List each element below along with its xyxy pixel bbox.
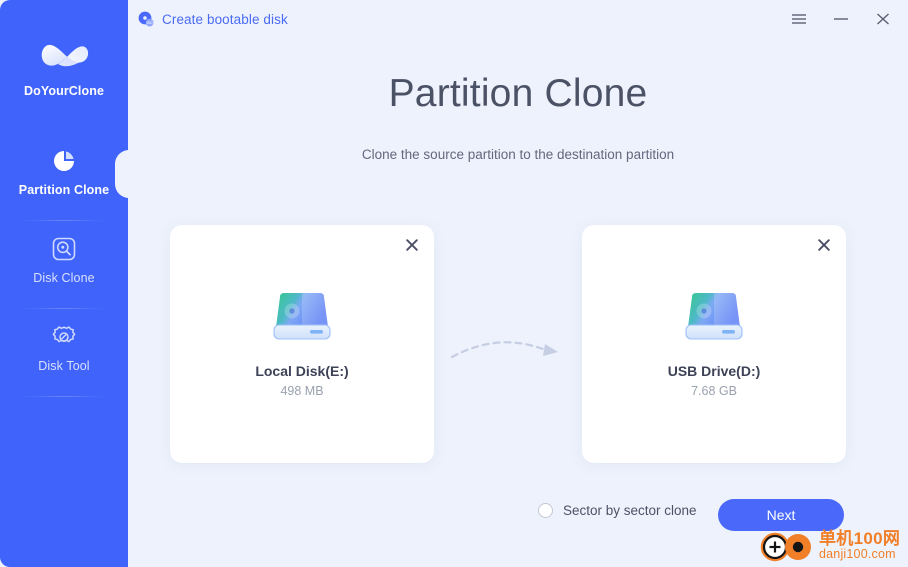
infinity-ribbon-logo	[41, 44, 89, 67]
iso-disc-icon: ISO	[138, 11, 154, 27]
dashed-curved-arrow-icon	[450, 341, 558, 359]
source-partition-card[interactable]: Local Disk(E:) 498 MB	[170, 225, 434, 463]
source-card-name: Local Disk(E:)	[255, 363, 349, 379]
hard-drive-icon	[685, 293, 743, 340]
watermark-cn: 单机100网	[819, 529, 901, 549]
close-button[interactable]	[872, 8, 894, 30]
main-panel: ISO Create bootable disk Partition Clone…	[128, 0, 908, 567]
gear-icon	[52, 326, 76, 343]
titlebar: ISO Create bootable disk	[128, 0, 908, 42]
watermark-en: danji100.com	[819, 546, 896, 561]
sidebar-item-partition-clone[interactable]: Partition Clone	[0, 148, 128, 197]
destination-partition-card[interactable]: USB Drive(D:) 7.68 GB	[582, 225, 846, 463]
sidebar-item-label: Disk Clone	[33, 271, 95, 285]
source-card-close-button[interactable]	[402, 235, 422, 255]
minimize-icon	[834, 18, 848, 20]
hamburger-menu-icon	[792, 14, 806, 24]
close-icon	[877, 13, 889, 25]
disk-search-icon	[52, 237, 76, 261]
page-title: Partition Clone	[388, 72, 648, 115]
sector-by-sector-clone-option[interactable]: Sector by sector clone	[538, 503, 697, 518]
svg-text:ISO: ISO	[147, 21, 153, 25]
create-bootable-disk-button[interactable]: ISO Create bootable disk	[137, 10, 288, 28]
sidebar: DoYourClone Partition Clone Disk Clone D…	[0, 0, 129, 567]
destination-card-size: 7.68 GB	[691, 384, 737, 398]
hard-drive-icon	[273, 293, 331, 340]
danji100-logo-icon	[760, 532, 811, 561]
brand: DoYourClone	[0, 36, 128, 98]
sidebar-divider	[22, 308, 106, 309]
window-controls	[788, 8, 894, 30]
sidebar-divider	[22, 396, 106, 397]
sidebar-item-disk-clone[interactable]: Disk Clone	[0, 236, 128, 285]
sidebar-item-label: Disk Tool	[38, 359, 90, 373]
minimize-button[interactable]	[830, 8, 852, 30]
sector-by-sector-label: Sector by sector clone	[563, 503, 697, 518]
destination-card-close-button[interactable]	[814, 235, 834, 255]
destination-card-name: USB Drive(D:)	[667, 363, 761, 379]
hamburger-menu-button[interactable]	[788, 8, 810, 30]
watermark: 单机100网 danji100.com	[758, 524, 908, 567]
titlebar-label: Create bootable disk	[162, 11, 288, 27]
sidebar-item-disk-tool[interactable]: Disk Tool	[0, 324, 128, 373]
sector-by-sector-radio[interactable]	[538, 503, 553, 518]
watermark-text: 单机100网 danji100.com	[819, 530, 900, 561]
sidebar-item-label: Partition Clone	[18, 183, 110, 197]
brand-name: DoYourClone	[23, 84, 105, 98]
close-icon	[818, 239, 830, 251]
sidebar-divider	[22, 220, 106, 221]
page-subtitle: Clone the source partition to the destin…	[361, 147, 675, 162]
app-window: DoYourClone Partition Clone Disk Clone D…	[0, 0, 908, 567]
pie-chart-icon	[54, 151, 74, 171]
source-card-size: 498 MB	[280, 384, 324, 398]
close-icon	[406, 239, 418, 251]
